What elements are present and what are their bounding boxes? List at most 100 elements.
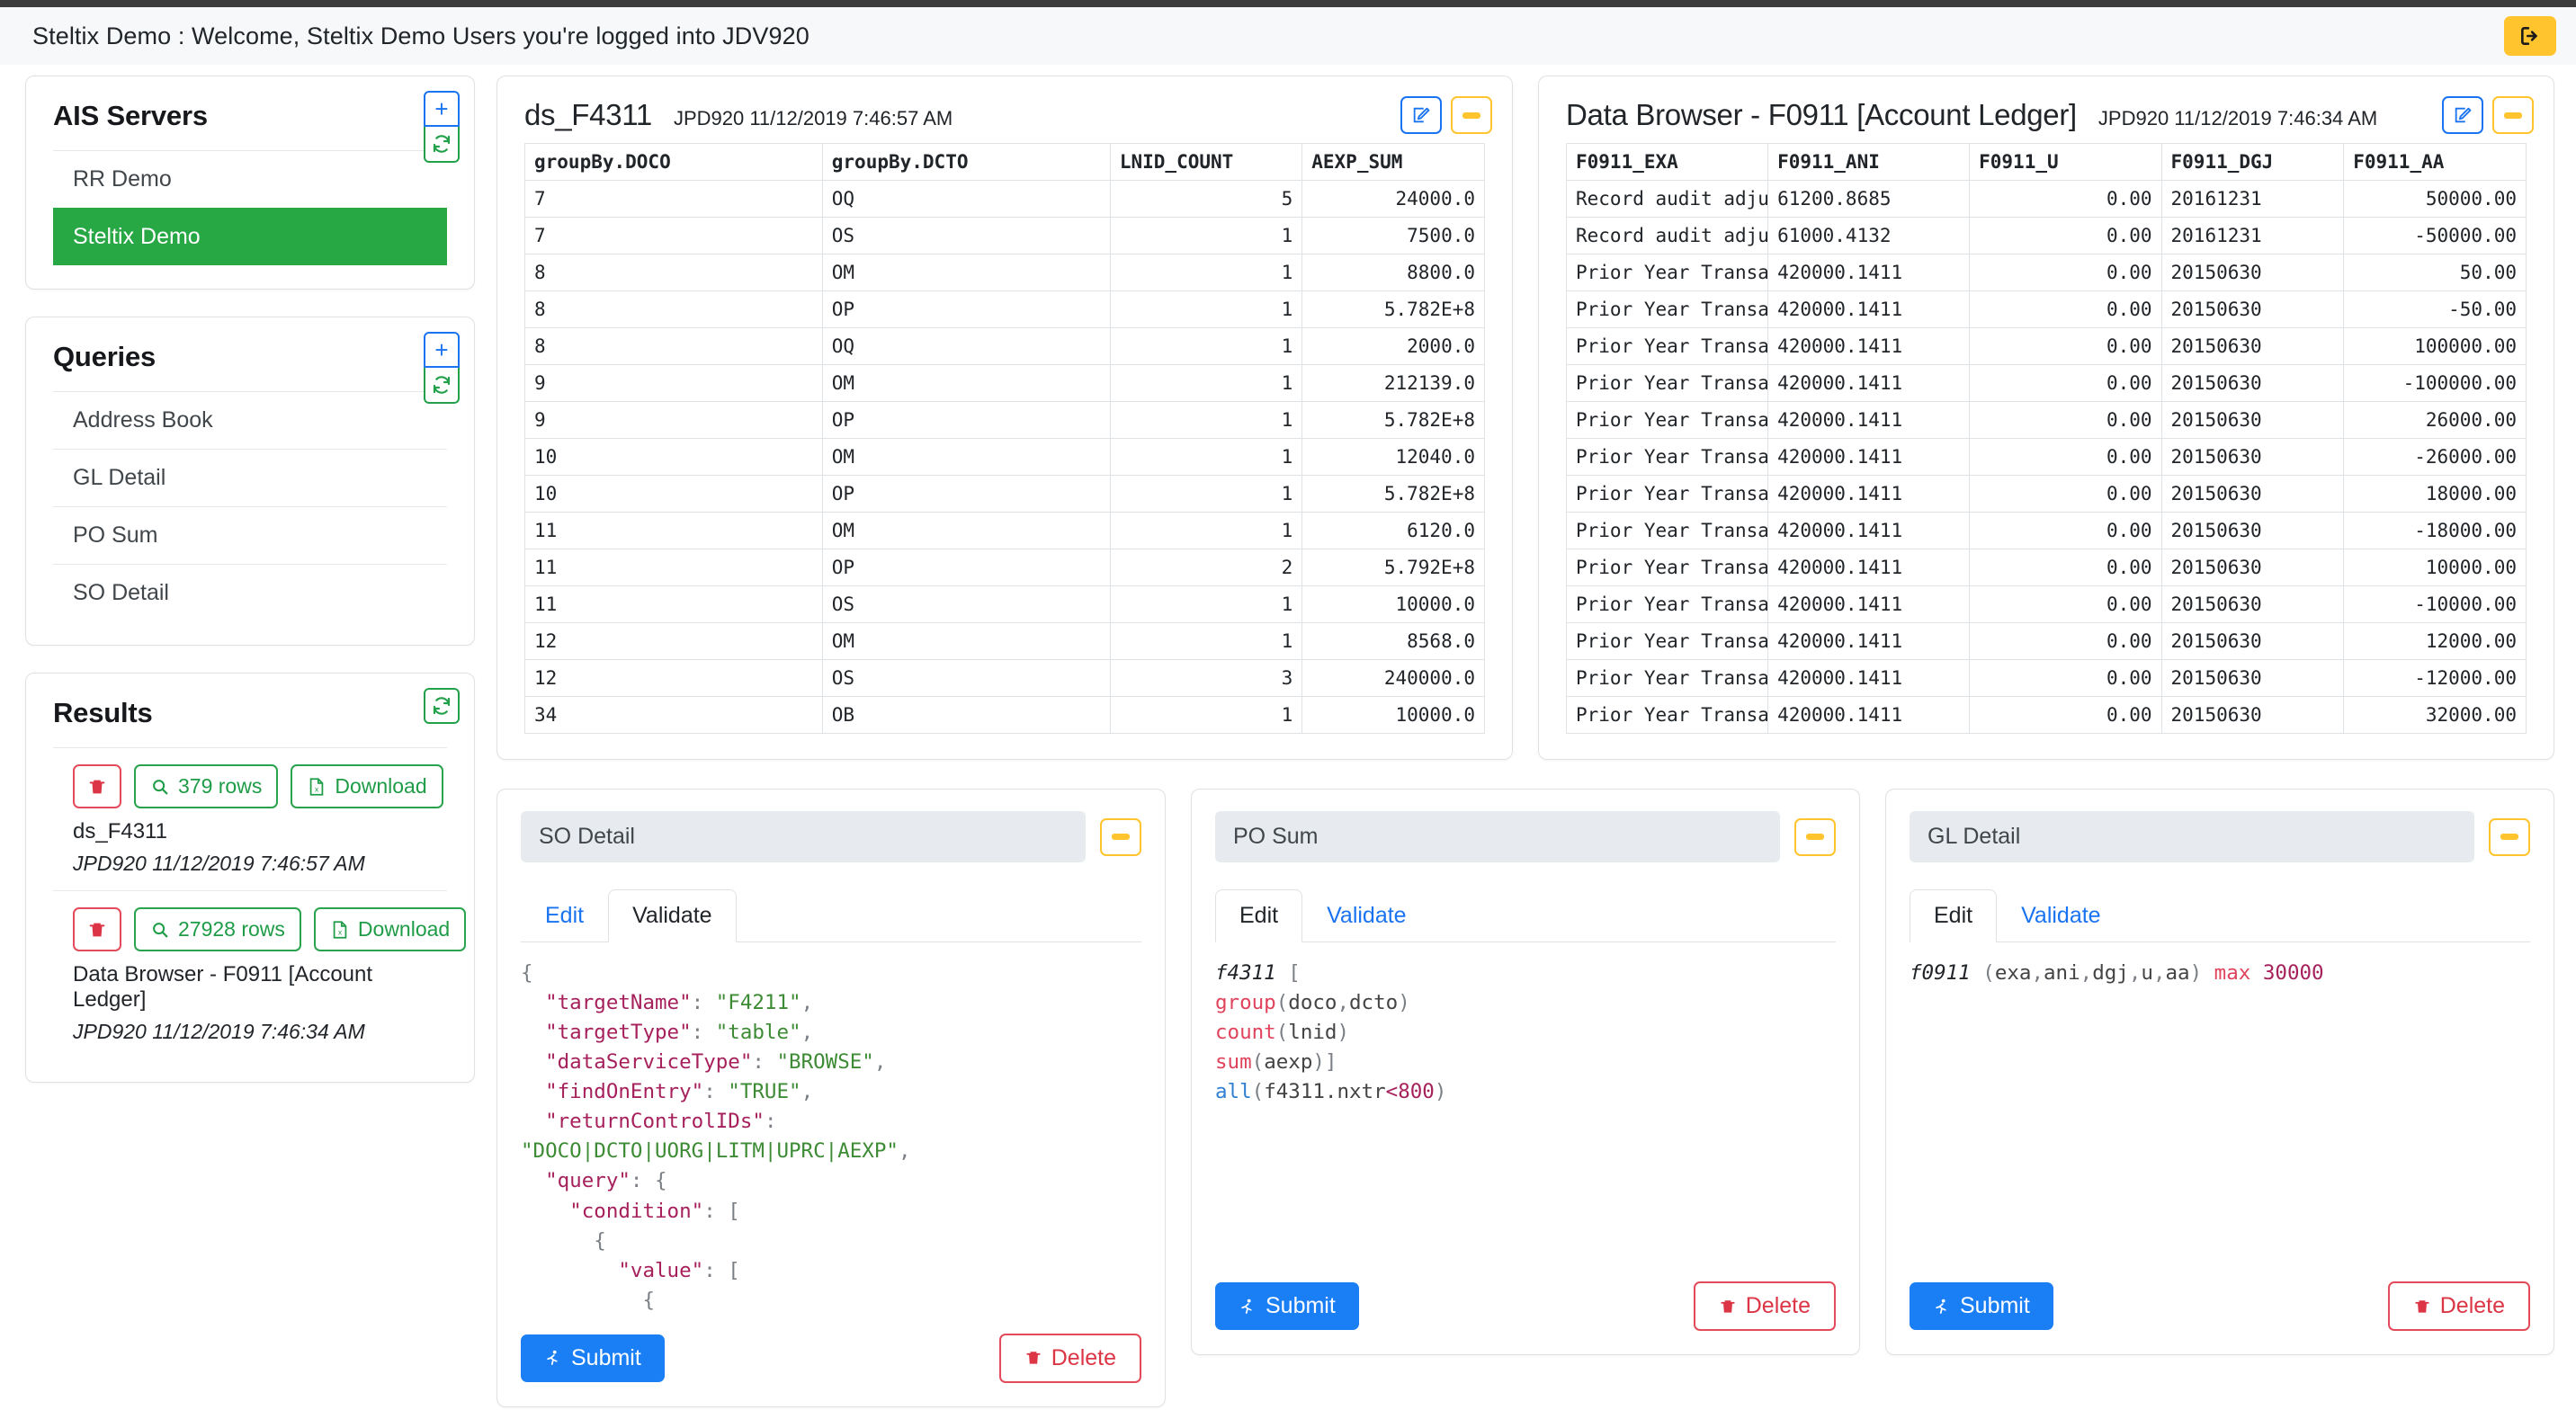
- cell: 420000.1411: [1767, 512, 1971, 549]
- cell: 7: [524, 180, 823, 218]
- tab-validate[interactable]: Validate: [1997, 889, 2125, 942]
- cell: 12000.00: [2343, 622, 2527, 660]
- submit-button[interactable]: Submit: [1910, 1282, 2053, 1330]
- minimize-editor-button[interactable]: [2489, 817, 2530, 856]
- cell: OQ: [821, 327, 1111, 365]
- submit-label: Submit: [571, 1344, 641, 1370]
- query-name-input[interactable]: [1215, 811, 1780, 862]
- column-header[interactable]: AEXP_SUM: [1301, 143, 1485, 181]
- sidebar-item-address-book[interactable]: Address Book: [53, 391, 447, 449]
- cell: 18000.00: [2343, 475, 2527, 513]
- sidebar-item-rr-demo[interactable]: RR Demo: [53, 150, 447, 208]
- logout-button[interactable]: [2504, 16, 2556, 56]
- minimize-panel-button[interactable]: [1451, 96, 1492, 134]
- run-icon: [547, 1351, 558, 1366]
- cell: 420000.1411: [1767, 696, 1971, 734]
- cell: 0.00: [1969, 475, 2162, 513]
- column-header[interactable]: F0911_ANI: [1767, 143, 1971, 181]
- so-detail-code[interactable]: { "targetName": "F4211", "targetType": "…: [521, 959, 1141, 1316]
- table-row: Prior Year Transact420000.14110.00201506…: [1565, 512, 2527, 549]
- cell: 5.782E+8: [1301, 401, 1485, 439]
- edit-panel-button[interactable]: [1400, 96, 1442, 134]
- trash-icon: [89, 923, 105, 936]
- add-query-button[interactable]: +: [424, 332, 460, 368]
- column-header[interactable]: F0911_DGJ: [2160, 143, 2345, 181]
- tab-edit[interactable]: Edit: [1910, 889, 1998, 942]
- browser-chrome-strip: [0, 0, 2576, 7]
- column-header[interactable]: LNID_COUNT: [1109, 143, 1303, 181]
- ds-f4311-table: groupBy.DOCO groupBy.DCTO LNID_COUNT AEX…: [524, 143, 1485, 734]
- delete-button[interactable]: Delete: [2387, 1281, 2530, 1331]
- sidebar-item-po-sum[interactable]: PO Sum: [53, 506, 447, 564]
- cell: 0.00: [1969, 364, 2162, 402]
- results-title: Results: [53, 697, 153, 728]
- delete-button[interactable]: Delete: [998, 1333, 1141, 1383]
- gl-detail-tabs: Edit Validate: [1910, 889, 2530, 942]
- cell: 0.00: [1969, 401, 2162, 439]
- column-header[interactable]: groupBy.DCTO: [821, 143, 1111, 181]
- minimize-panel-button[interactable]: [2492, 96, 2534, 134]
- po-sum-code[interactable]: f4311 [ group(doco,dcto) count(lnid) sum…: [1215, 959, 1836, 1263]
- cell: 420000.1411: [1767, 401, 1971, 439]
- table-row: 7 OQ 5 24000.0: [524, 180, 1485, 218]
- cell: 420000.1411: [1767, 475, 1971, 513]
- submit-button[interactable]: Submit: [521, 1334, 665, 1382]
- cell: 20150630: [2160, 659, 2345, 697]
- tab-validate[interactable]: Validate: [1302, 889, 1431, 942]
- tab-edit[interactable]: Edit: [521, 889, 608, 942]
- cell: 61200.8685: [1767, 180, 1971, 218]
- cell: 1: [1109, 475, 1303, 513]
- cell: 2: [1109, 549, 1303, 586]
- cell: 6120.0: [1301, 512, 1485, 549]
- refresh-queries-button[interactable]: [424, 368, 460, 404]
- edit-panel-button[interactable]: [2442, 96, 2483, 134]
- sidebar-item-so-detail[interactable]: SO Detail: [53, 564, 447, 621]
- view-rows-button[interactable]: 27928 rows: [134, 907, 301, 951]
- cell: 10000.0: [1301, 696, 1485, 734]
- results-card: Results 379 rows x Download ds_F4311 JPD…: [25, 673, 475, 1083]
- minimize-editor-button[interactable]: [1100, 817, 1141, 856]
- sidebar-item-gl-detail[interactable]: GL Detail: [53, 449, 447, 506]
- table-row: Prior Year Transact420000.14110.00201506…: [1565, 438, 2527, 476]
- cell: 0.00: [1969, 327, 2162, 365]
- delete-result-button[interactable]: [73, 907, 121, 951]
- refresh-results-button[interactable]: [424, 688, 460, 724]
- top-bar: Steltix Demo : Welcome, Steltix Demo Use…: [0, 7, 2576, 65]
- column-header[interactable]: F0911_EXA: [1565, 143, 1769, 181]
- download-label: Download: [357, 917, 451, 941]
- cell: -26000.00: [2343, 438, 2527, 476]
- query-name-input[interactable]: [521, 811, 1086, 862]
- ais-servers-list: RR Demo Steltix Demo: [53, 150, 447, 265]
- column-header[interactable]: F0911_U: [1969, 143, 2162, 181]
- column-header[interactable]: F0911_AA: [2343, 143, 2527, 181]
- download-result-button[interactable]: x Download: [313, 907, 467, 951]
- cell: 420000.1411: [1767, 438, 1971, 476]
- add-server-button[interactable]: +: [424, 91, 460, 127]
- gl-detail-code[interactable]: f0911 (exa,ani,dgj,u,aa) max 30000: [1910, 959, 2530, 1263]
- table-row: Prior Year Transact420000.14110.00201506…: [1565, 364, 2527, 402]
- cell: 20150630: [2160, 327, 2345, 365]
- result-item-actions: 27928 rows x Download: [73, 907, 467, 951]
- refresh-servers-button[interactable]: [424, 127, 460, 163]
- delete-button[interactable]: Delete: [1693, 1281, 1836, 1331]
- column-header[interactable]: groupBy.DOCO: [524, 143, 823, 181]
- cell: OM: [821, 254, 1111, 291]
- view-rows-button[interactable]: 379 rows: [134, 764, 279, 808]
- cell: -18000.00: [2343, 512, 2527, 549]
- download-result-button[interactable]: x Download: [291, 764, 443, 808]
- delete-result-button[interactable]: [73, 764, 121, 808]
- tab-edit[interactable]: Edit: [1215, 889, 1303, 942]
- query-name-input[interactable]: [1910, 811, 2474, 862]
- gl-detail-header: [1910, 811, 2530, 862]
- table-row: Prior Year Transact420000.14110.00201506…: [1565, 290, 2527, 328]
- tab-validate[interactable]: Validate: [608, 889, 737, 942]
- cell: Prior Year Transact: [1565, 659, 1769, 697]
- cell: 50.00: [2343, 254, 2527, 291]
- submit-button[interactable]: Submit: [1215, 1282, 1359, 1330]
- cell: 100000.00: [2343, 327, 2527, 365]
- sidebar-item-steltix-demo[interactable]: Steltix Demo: [53, 208, 447, 265]
- cell: 2000.0: [1301, 327, 1485, 365]
- minimize-editor-button[interactable]: [1794, 817, 1836, 856]
- table-row: Record audit adjust61000.41320.002016123…: [1565, 217, 2527, 254]
- cell: OM: [821, 512, 1111, 549]
